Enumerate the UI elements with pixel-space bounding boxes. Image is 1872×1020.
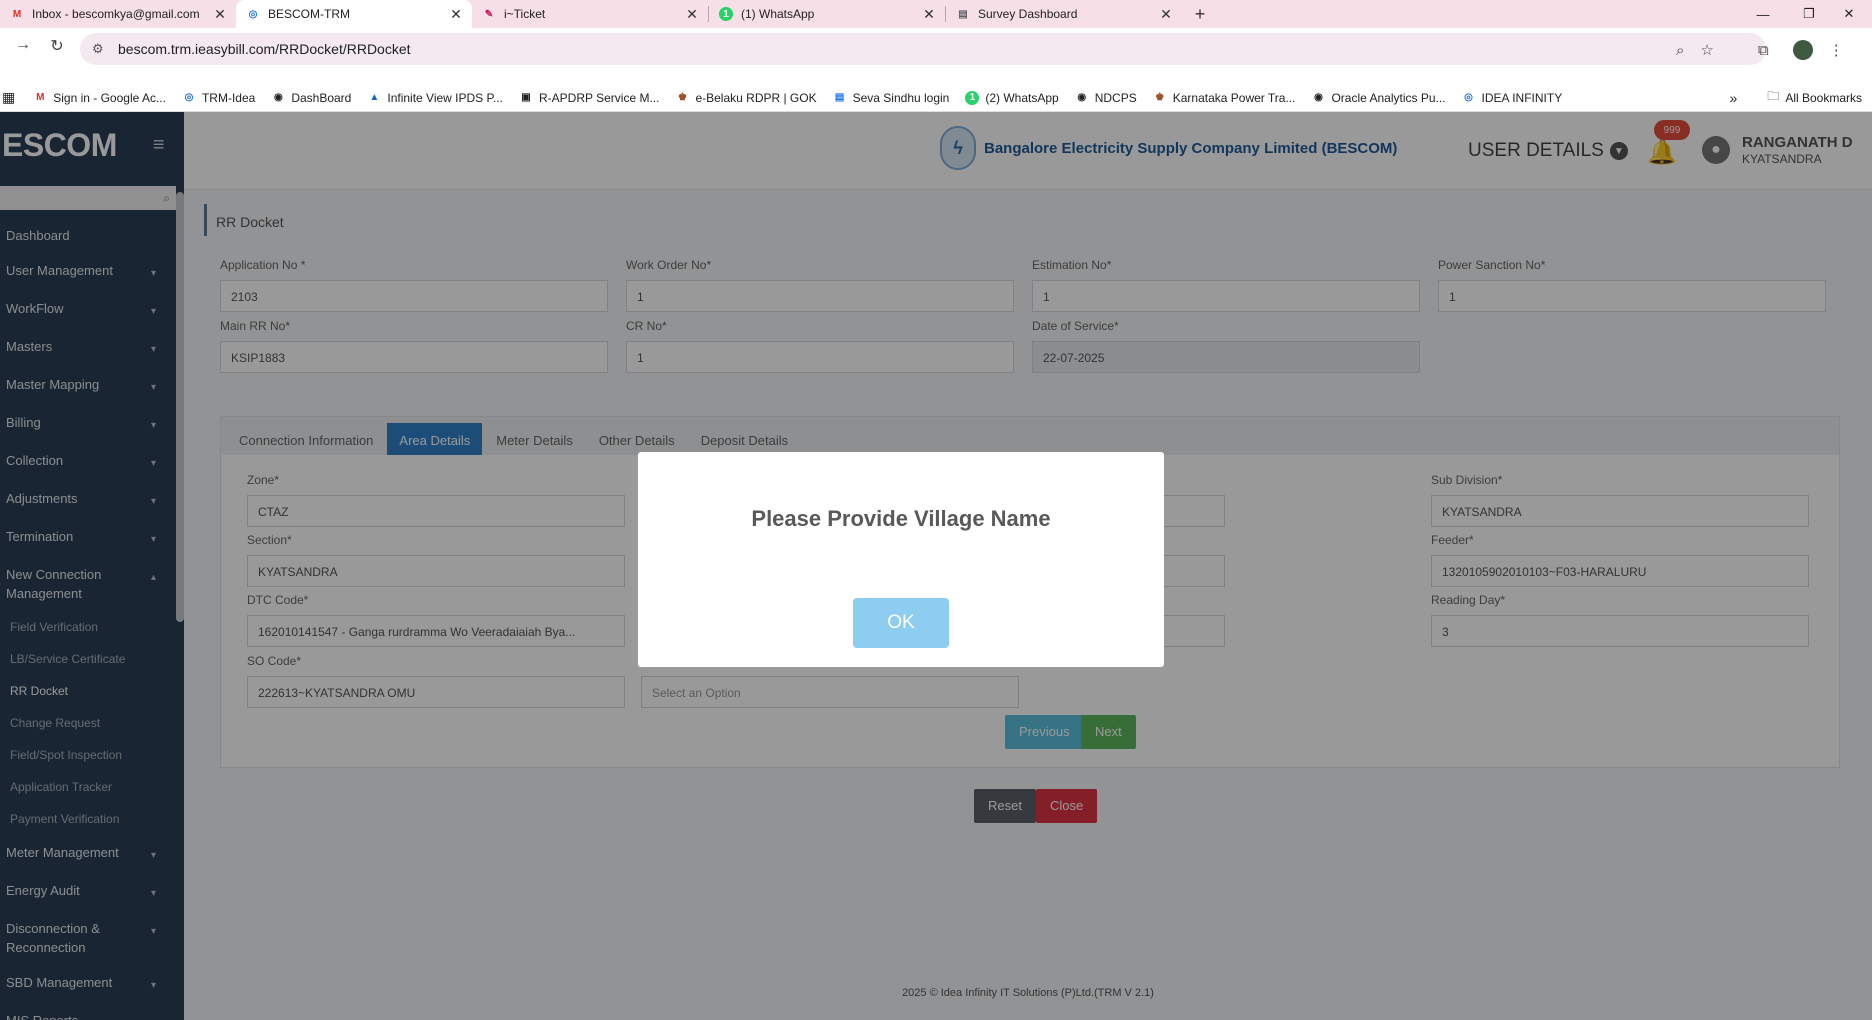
alert-message: Please Provide Village Name	[751, 506, 1051, 531]
extensions-icon[interactable]: ⧉	[1758, 42, 1769, 59]
tab-title: i~Ticket	[504, 7, 546, 21]
bookmark-item[interactable]: M Sign in - Google Ac...	[33, 91, 166, 105]
bookmark-label: Oracle Analytics Pu...	[1331, 90, 1446, 105]
bookmark-item[interactable]: ▲ Infinite View IPDS P...	[367, 91, 503, 105]
close-icon[interactable]: ✕	[448, 6, 464, 23]
bookmark-label: DashBoard	[291, 90, 352, 105]
close-icon[interactable]: ✕	[1158, 6, 1174, 23]
bookmark-item[interactable]: ♚ Karnataka Power Tra...	[1153, 90, 1296, 105]
whatsapp-icon: 1	[965, 90, 980, 105]
forward-icon[interactable]: →	[8, 36, 38, 54]
close-icon[interactable]: ✕	[921, 6, 937, 23]
more-menu-icon[interactable]: ⋮	[1829, 41, 1844, 59]
doc-icon: ▤	[958, 8, 968, 20]
omnibox-actions: ⌕ ☆	[1676, 38, 1714, 62]
all-bookmarks-button[interactable]: All Bookmarks	[1785, 91, 1862, 105]
bookmarks-right: » 🗀 All Bookmarks	[1730, 87, 1863, 108]
bookmark-item[interactable]: ▣ R-APDRP Service M...	[519, 91, 659, 105]
triangle-icon: ▲	[369, 92, 380, 103]
address-bar[interactable]: ⚙ bescom.trm.ieasybill.com/RRDocket/RRDo…	[80, 33, 1766, 65]
bookmark-star-icon[interactable]: ☆	[1700, 41, 1713, 59]
site-info-icon[interactable]: ⚙	[92, 41, 108, 57]
tab-title: (1) WhatsApp	[741, 7, 815, 21]
bookmark-label: TRM-Idea	[201, 90, 256, 105]
bookmark-item[interactable]: ◉ DashBoard	[271, 91, 351, 105]
tab-title: Survey Dashboard	[978, 7, 1078, 21]
globe-icon: ◎	[1464, 92, 1473, 103]
bookmark-item[interactable]: ◉ NDCPS	[1075, 90, 1137, 105]
bookmark-item[interactable]: ◎ IDEA INFINITY	[1462, 90, 1563, 105]
alert-dialog: Please Provide Village Name OK	[638, 452, 1164, 667]
bookmark-label: R-APDRP Service M...	[538, 90, 660, 105]
bookmark-label: Sign in - Google Ac...	[53, 90, 166, 105]
close-icon[interactable]: ✕	[684, 6, 700, 23]
bookmark-label: Karnataka Power Tra...	[1172, 90, 1296, 105]
doc-icon: ▤	[834, 92, 845, 103]
bookmark-label: Seva Sindhu login	[852, 90, 950, 105]
tab-title: Inbox - bescomkya@gmail.com	[32, 7, 200, 21]
bookmark-item[interactable]: ◎ TRM-Idea	[182, 90, 256, 105]
bookmark-item[interactable]: ▤ Seva Sindhu login	[833, 90, 950, 105]
browser-tab-gmail[interactable]: M Inbox - bescomkya@gmail.com ✕	[0, 0, 236, 28]
ticket-icon: ✎	[484, 8, 494, 20]
emblem-icon: ♚	[1155, 92, 1165, 103]
web-icon: ◉	[273, 92, 283, 103]
gmail-icon: M	[12, 8, 22, 20]
folder-icon: 🗀	[1767, 89, 1780, 103]
bookmark-item[interactable]: ◉ Oracle Analytics Pu...	[1311, 91, 1445, 105]
web-icon: ◉	[1314, 92, 1323, 103]
browser-tab-whatsapp[interactable]: 1 (1) WhatsApp ✕	[709, 0, 945, 28]
profile-icon[interactable]	[1792, 40, 1813, 60]
browser-tab-bescom-trm[interactable]: ◎ BESCOM-TRM ✕	[236, 0, 472, 28]
ok-button[interactable]: OK	[853, 598, 949, 648]
url-text: bescom.trm.ieasybill.com/RRDocket/RRDock…	[118, 41, 411, 57]
bookmark-label: (2) WhatsApp	[985, 90, 1059, 105]
browser-toolbar: → ↻ ⚙ bescom.trm.ieasybill.com/RRDocket/…	[0, 28, 1872, 84]
zoom-icon[interactable]: ⌕	[1676, 42, 1684, 59]
close-icon[interactable]: ✕	[212, 6, 228, 23]
bookmark-label: IDEA INFINITY	[1481, 90, 1563, 105]
bookmark-item[interactable]: 1 (2) WhatsApp	[965, 90, 1059, 105]
bookmark-item[interactable]: ♚ e-Belaku RDPR | GOK	[675, 90, 817, 105]
emblem-icon: ♚	[677, 92, 687, 103]
web-icon: ◉	[1077, 92, 1087, 103]
window-close-icon[interactable]: ✕	[1826, 0, 1872, 28]
bookmarks-bar: ▦ M Sign in - Google Ac... ◎ TRM-Idea ◉ Das…	[0, 84, 1872, 112]
reload-icon[interactable]: ↻	[42, 36, 72, 56]
image-icon: ▣	[521, 92, 531, 103]
bookmark-label: Infinite View IPDS P...	[387, 90, 503, 105]
tab-title: BESCOM-TRM	[268, 7, 350, 21]
gmail-icon: M	[36, 92, 45, 103]
globe-icon: ◎	[184, 92, 194, 103]
bookmark-label: e-Belaku RDPR | GOK	[695, 90, 817, 105]
browser-tab-strip: M Inbox - bescomkya@gmail.com ✕ ◎ BESCOM…	[0, 0, 1872, 28]
toolbar-right: ⧉ ⋮	[1758, 38, 1844, 62]
minimize-icon[interactable]: —	[1740, 0, 1786, 28]
browser-tab-iticket[interactable]: ✎ i~Ticket ✕	[472, 0, 708, 28]
apps-grid-icon[interactable]: ▦	[2, 89, 15, 106]
whatsapp-icon: 1	[719, 7, 733, 21]
browser-tab-survey-dashboard[interactable]: ▤ Survey Dashboard ✕	[946, 0, 1182, 28]
globe-icon: ◎	[248, 8, 258, 20]
new-tab-button[interactable]: +	[1186, 4, 1214, 25]
overflow-chevron-icon[interactable]: »	[1730, 90, 1738, 106]
bookmark-label: NDCPS	[1094, 90, 1137, 105]
